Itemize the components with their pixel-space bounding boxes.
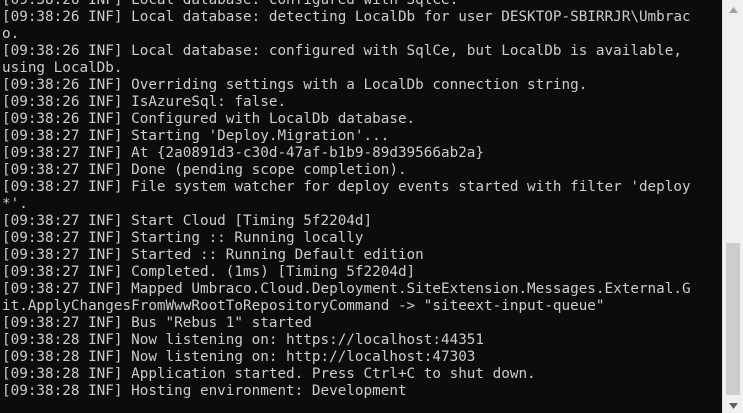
console-output[interactable]: [09:38:26 INF] Local database: configure… <box>0 0 722 413</box>
log-line: it.ApplyChangesFromWwwRootToRepositoryCo… <box>2 298 605 314</box>
log-line: [09:38:27 INF] Starting :: Running local… <box>2 230 364 246</box>
log-line: [09:38:27 INF] Completed. (1ms) [Timing … <box>2 264 416 280</box>
log-line: [09:38:26 INF] Configured with LocalDb d… <box>2 111 416 127</box>
triangle-up-icon <box>728 0 738 18</box>
log-line: [09:38:27 INF] Done (pending scope compl… <box>2 162 407 178</box>
log-line: *'. <box>2 196 28 212</box>
log-line: using LocalDb. <box>2 60 123 76</box>
log-line: [09:38:28 INF] Now listening on: http://… <box>2 349 476 365</box>
log-line: [09:38:26 INF] Overriding settings with … <box>2 77 588 93</box>
log-lines: [09:38:26 INF] Local database: configure… <box>0 0 722 400</box>
log-line: [09:38:26 INF] Local database: detecting… <box>2 9 691 25</box>
log-line: [09:38:27 INF] Mapped Umbraco.Cloud.Depl… <box>2 281 691 297</box>
log-line: [09:38:26 INF] IsAzureSql: false. <box>2 94 287 110</box>
log-line: o. <box>2 26 20 42</box>
scrollbar-thumb[interactable] <box>726 243 740 395</box>
scroll-up-button[interactable] <box>723 0 743 17</box>
log-line: [09:38:27 INF] File system watcher for d… <box>2 179 691 195</box>
log-line: [09:38:27 INF] Starting 'Deploy.Migratio… <box>2 128 390 144</box>
log-line: [09:38:27 INF] Bus "Rebus 1" started <box>2 315 312 331</box>
log-line: [09:38:27 INF] Start Cloud [Timing 5f220… <box>2 213 373 229</box>
triangle-down-icon <box>728 396 738 413</box>
log-line: [09:38:27 INF] Started :: Running Defaul… <box>2 247 424 263</box>
scroll-down-button[interactable] <box>723 396 743 413</box>
log-line: [09:38:26 INF] Local database: configure… <box>2 43 682 59</box>
log-line: [09:38:28 INF] Now listening on: https:/… <box>2 332 485 348</box>
vertical-scrollbar[interactable] <box>722 0 743 413</box>
log-line: [09:38:27 INF] At {2a0891d3-c30d-47af-b1… <box>2 145 485 161</box>
log-line: [09:38:28 INF] Hosting environment: Deve… <box>2 383 407 399</box>
log-line: [09:38:28 INF] Application started. Pres… <box>2 366 536 382</box>
console-window: [09:38:26 INF] Local database: configure… <box>0 0 743 413</box>
log-line: [09:38:26 INF] Local database: configure… <box>2 0 459 8</box>
